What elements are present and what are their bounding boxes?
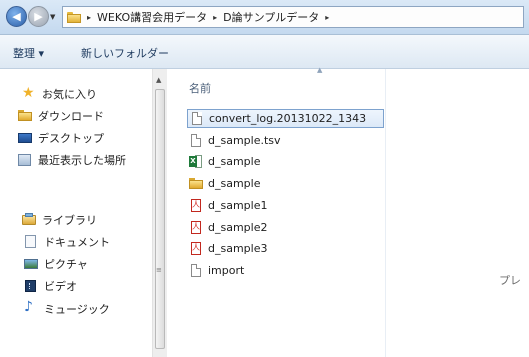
column-header-label: 名前	[189, 82, 211, 95]
file-name: d_sample	[208, 155, 261, 168]
address-bar: ◀ ▶ ▼ ▸ WEKO講習会用データ ▸ D論サンプルデータ ▸	[0, 0, 529, 35]
nav-item-label: お気に入り	[42, 88, 97, 101]
library-icon	[22, 213, 36, 227]
back-button[interactable]: ◀	[6, 6, 27, 27]
documents-icon	[24, 235, 38, 249]
nav-item-pictures[interactable]: ピクチャ	[24, 255, 88, 273]
command-bar: 整理 ▾ 新しいフォルダー	[0, 35, 529, 69]
text-file-icon	[190, 111, 204, 126]
nav-item-label: デスクトップ	[38, 132, 104, 145]
file-row[interactable]: d_sample.tsv	[189, 131, 281, 150]
scrollbar-thumb[interactable]	[155, 89, 165, 349]
nav-item-desktop[interactable]: デスクトップ	[18, 129, 104, 147]
file-name: d_sample3	[208, 242, 268, 255]
file-name: d_sample	[208, 177, 261, 190]
file-name: convert_log.20131022_1343	[209, 112, 367, 125]
file-name: d_sample.tsv	[208, 134, 281, 147]
forward-arrow-icon: ▶	[34, 10, 43, 23]
scroll-up-arrow-icon[interactable]: ▲	[156, 76, 161, 84]
preview-pane-text: プレ	[499, 274, 521, 287]
breadcrumb-separator-icon[interactable]: ▸	[87, 13, 91, 22]
pdf-file-icon	[189, 198, 203, 213]
nav-item-label: 最近表示した場所	[38, 154, 126, 167]
file-row[interactable]: convert_log.20131022_1343	[187, 109, 384, 128]
file-row[interactable]: d_sample2	[189, 218, 267, 237]
recent-pages-dropdown-icon[interactable]: ▼	[50, 13, 55, 21]
nav-item-label: ダウンロード	[38, 110, 104, 123]
downloads-folder-icon	[18, 109, 32, 123]
recent-places-icon	[18, 153, 32, 167]
star-icon: ★	[22, 85, 35, 101]
folder-icon	[189, 177, 203, 191]
file-name: d_sample2	[208, 221, 268, 234]
navigation-pane-scrollbar[interactable]: ▲ ≡	[152, 69, 167, 357]
nav-item-videos[interactable]: ビデオ	[24, 277, 77, 295]
breadcrumb-separator-icon[interactable]: ▸	[325, 13, 329, 22]
videos-icon	[24, 279, 38, 293]
folder-icon	[67, 11, 81, 23]
splitter-grip-icon[interactable]: ≡	[156, 266, 162, 274]
nav-item-recent-places[interactable]: 最近表示した場所	[18, 151, 126, 169]
nav-favorites[interactable]: ★ お気に入り	[22, 85, 97, 103]
file-name: import	[208, 264, 245, 277]
file-name: d_sample1	[208, 199, 268, 212]
nav-item-downloads[interactable]: ダウンロード	[18, 107, 104, 125]
pdf-file-icon	[189, 241, 203, 256]
pdf-file-icon	[189, 220, 203, 235]
nav-item-label: ドキュメント	[44, 236, 110, 249]
nav-libraries[interactable]: ライブラリ	[22, 211, 97, 229]
text-file-icon	[189, 263, 203, 278]
file-row[interactable]: d_sample3	[189, 239, 267, 258]
forward-button[interactable]: ▶	[28, 6, 49, 27]
navigation-pane: ★ お気に入り ダウンロード デスクトップ 最近表示した場所 ライブラリ ドキュ…	[0, 69, 152, 357]
nav-item-label: ピクチャ	[44, 258, 88, 271]
pictures-icon	[24, 257, 38, 271]
excel-file-icon: X	[189, 154, 203, 169]
breadcrumb[interactable]: ▸ WEKO講習会用データ ▸ D論サンプルデータ ▸	[62, 6, 524, 28]
breadcrumb-separator-icon[interactable]: ▸	[213, 13, 217, 22]
text-file-icon	[189, 133, 203, 148]
nav-item-label: ミュージック	[44, 303, 110, 316]
file-list: 名前 ▲ convert_log.20131022_1343 d_sample.…	[167, 66, 529, 357]
organize-button[interactable]: 整理 ▾	[13, 45, 44, 61]
desktop-icon	[18, 131, 32, 145]
nav-item-music[interactable]: ♪ ミュージック	[24, 299, 110, 318]
file-row[interactable]: X d_sample	[189, 152, 260, 171]
file-row[interactable]: d_sample1	[189, 196, 267, 215]
nav-item-label: ライブラリ	[42, 214, 97, 227]
file-row[interactable]: import	[189, 261, 244, 280]
sort-ascending-icon: ▲	[317, 66, 323, 74]
back-arrow-icon: ◀	[12, 10, 21, 23]
column-divider[interactable]	[385, 69, 386, 357]
nav-item-documents[interactable]: ドキュメント	[24, 233, 110, 251]
music-icon: ♪	[24, 299, 33, 315]
column-header-name[interactable]: 名前	[189, 80, 211, 96]
breadcrumb-item[interactable]: D論サンプルデータ	[223, 9, 319, 25]
file-row[interactable]: d_sample	[189, 174, 260, 193]
breadcrumb-item[interactable]: WEKO講習会用データ	[97, 9, 207, 25]
new-folder-button[interactable]: 新しいフォルダー	[81, 45, 169, 61]
nav-item-label: ビデオ	[44, 280, 77, 293]
